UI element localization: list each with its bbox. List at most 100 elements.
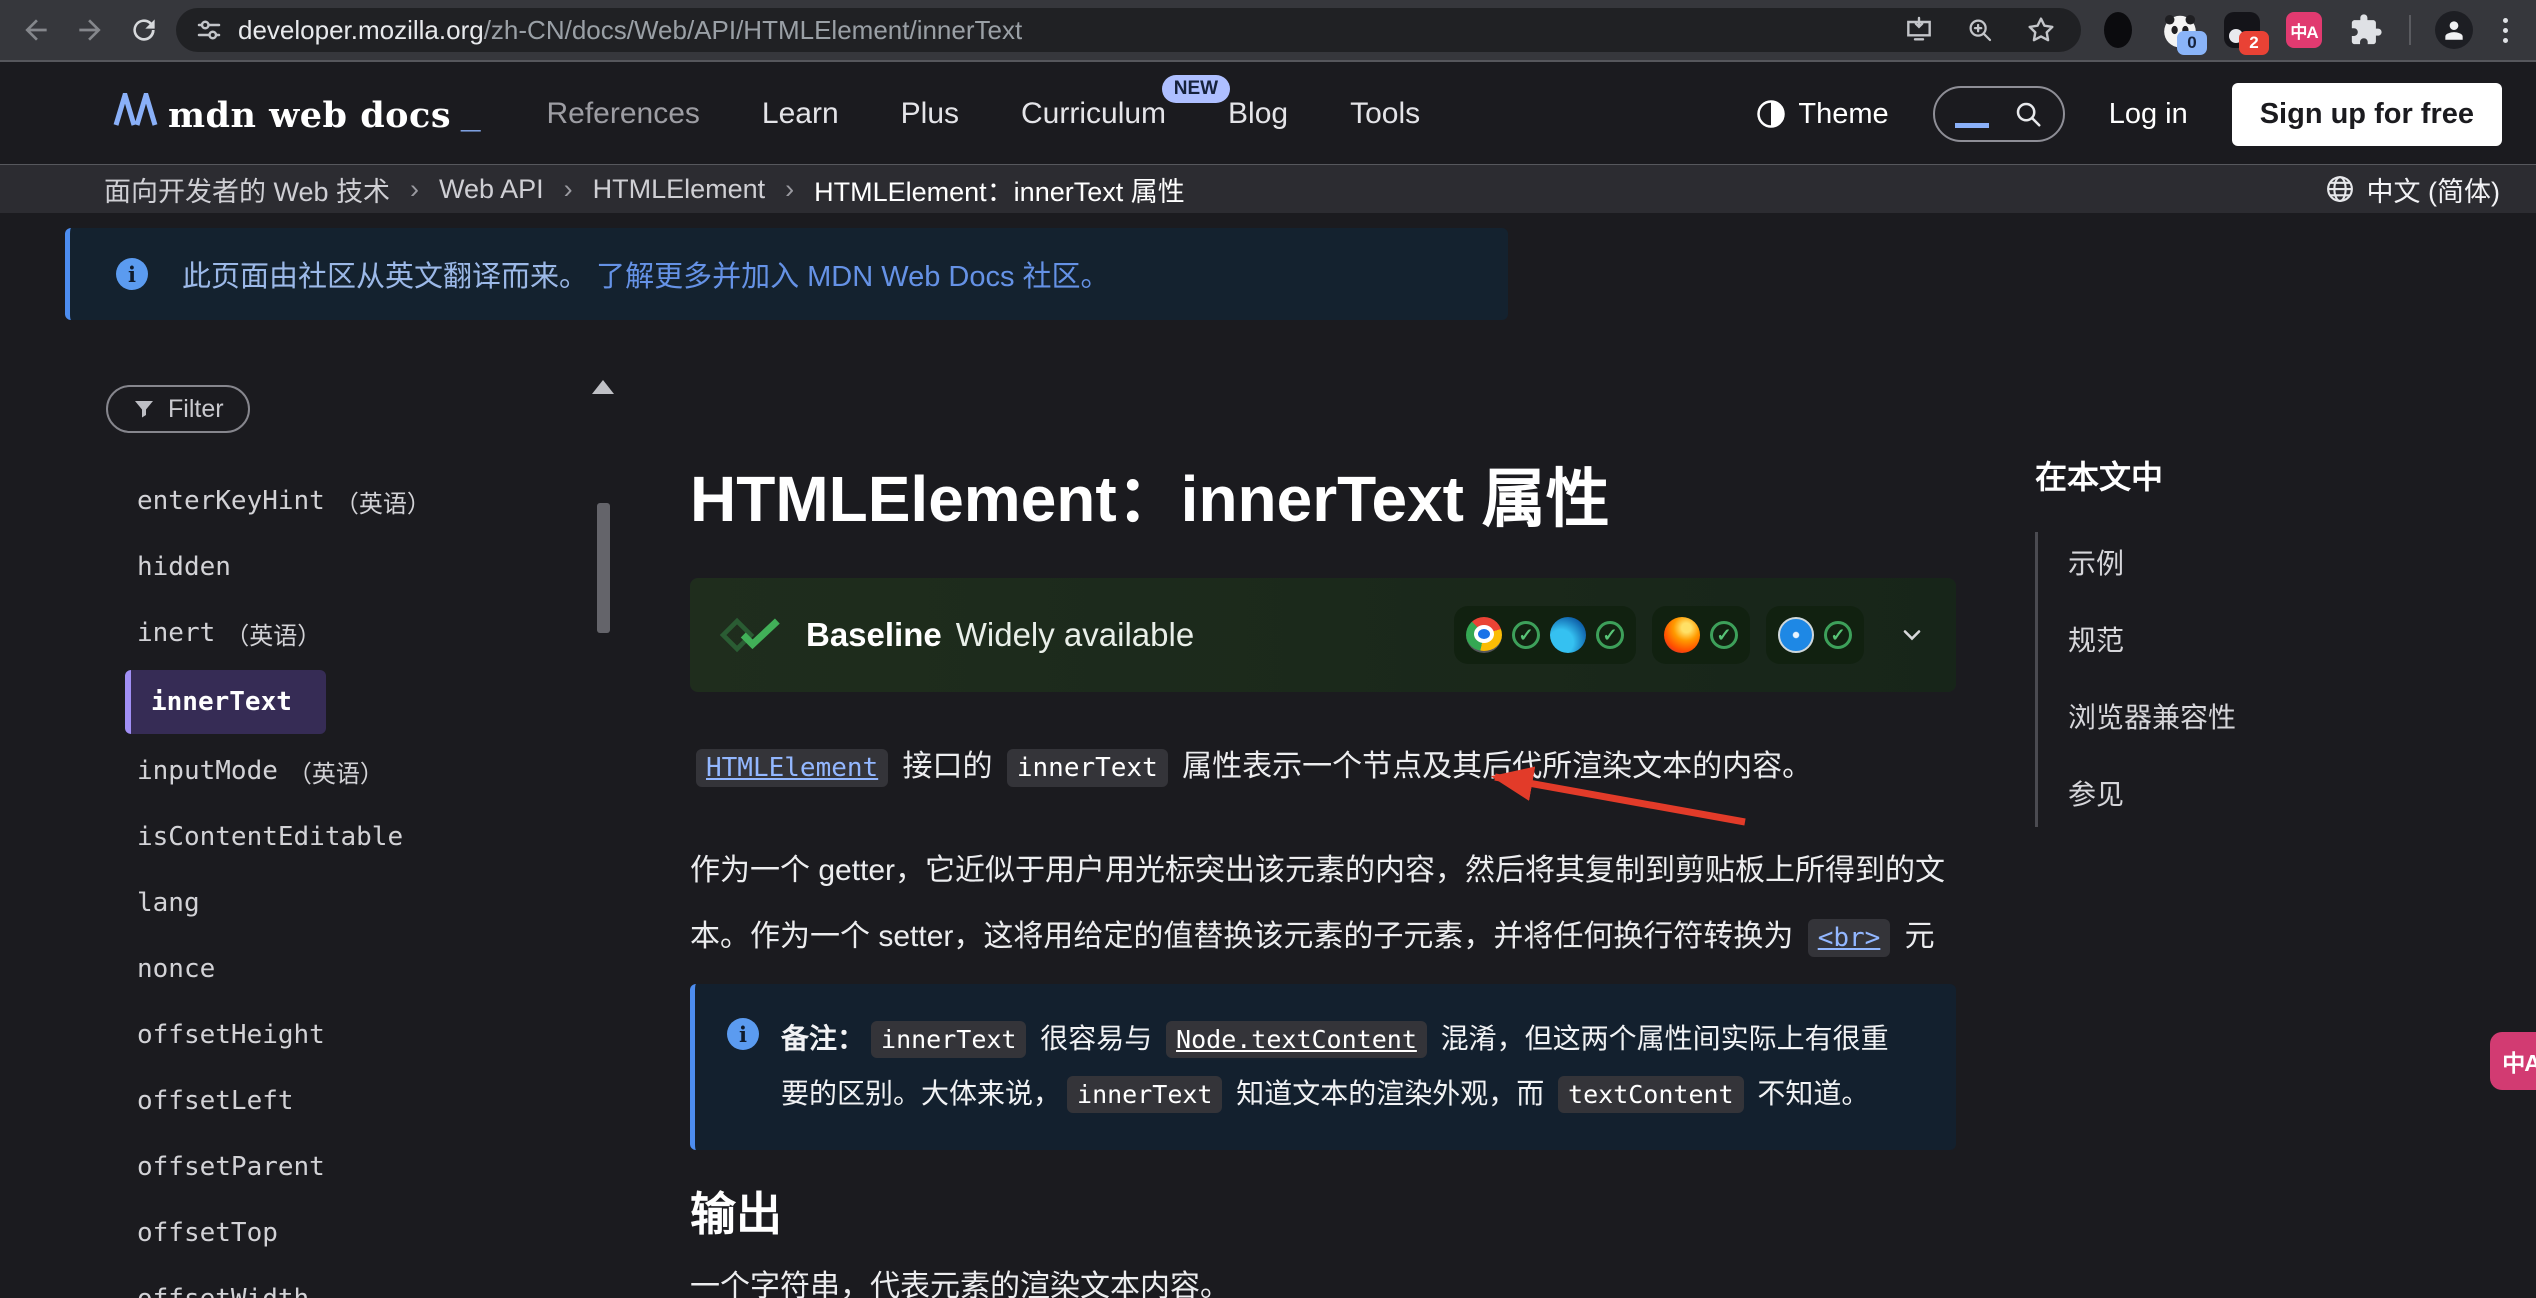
banner-text: 此页面由社区从英文翻译而来。	[182, 261, 588, 293]
sidebar-property-list: enterKeyHint（英语） hidden inert（英语） innerT…	[137, 468, 597, 1298]
banner-link[interactable]: 了解更多并加入 MDN Web Docs 社区。	[596, 261, 1109, 293]
baseline-indicator[interactable]: Baseline Widely available ✓ ✓ ✓ ✓	[690, 578, 1956, 692]
browser-menu-icon[interactable]	[2497, 18, 2514, 43]
sidebar-item-offsetWidth[interactable]: offsetWidth	[137, 1266, 597, 1298]
toc-item-examples[interactable]: 示例	[2068, 542, 2475, 582]
language-switcher[interactable]: 中文 (简体)	[2325, 170, 2500, 209]
sidebar-item-lang[interactable]: lang	[137, 870, 597, 936]
breadcrumb-link[interactable]: 面向开发者的 Web 技术	[104, 170, 390, 209]
sidebar-item-hidden[interactable]: hidden	[137, 534, 597, 600]
filter-funnel-icon	[132, 397, 156, 421]
browser-reload-button[interactable]	[122, 8, 166, 52]
breadcrumb-separator: ›	[564, 174, 573, 205]
nav-blog[interactable]: Blog	[1228, 97, 1288, 131]
extension-oval-icon[interactable]	[2099, 11, 2137, 49]
baseline-status: Widely available	[956, 616, 1194, 654]
extensions-area: 0 2 中A	[2091, 11, 2522, 49]
sidebar-item-isContentEditable[interactable]: isContentEditable	[137, 804, 597, 870]
address-bar[interactable]: developer.mozilla.org/zh-CN/docs/Web/API…	[176, 8, 2081, 52]
chrome-icon	[1466, 617, 1502, 653]
sidebar-item-innerText[interactable]: innerText	[125, 670, 326, 734]
breadcrumb-separator: ›	[785, 174, 794, 205]
sidebar-item-offsetParent[interactable]: offsetParent	[137, 1134, 597, 1200]
browser-window: developer.mozilla.org/zh-CN/docs/Web/API…	[0, 0, 2536, 1298]
sidebar-item-inputMode[interactable]: inputMode（英语）	[137, 738, 597, 804]
zoom-icon[interactable]	[1965, 15, 1995, 45]
breadcrumb-separator: ›	[410, 174, 419, 205]
edge-icon	[1550, 617, 1586, 653]
extension-square-icon[interactable]: 2	[2223, 11, 2261, 49]
nav-references[interactable]: References	[547, 97, 700, 131]
new-badge: NEW	[1162, 75, 1230, 103]
site-header: mdn web docs_ References Learn Plus Curr…	[0, 64, 2536, 164]
install-app-icon[interactable]	[1903, 14, 1935, 46]
browser-support-group: ✓ ✓	[1454, 606, 1636, 664]
breadcrumb-current: HTMLElement：innerText 属性	[814, 170, 1185, 209]
toc-item-browser-compat[interactable]: 浏览器兼容性	[2068, 696, 2475, 736]
extension-badge: 2	[2239, 31, 2269, 55]
main-nav: References Learn Plus CurriculumNEW Blog…	[547, 97, 1421, 131]
sidebar-item-offsetTop[interactable]: offsetTop	[137, 1200, 597, 1266]
firefox-icon	[1664, 617, 1700, 653]
toc-item-specifications[interactable]: 规范	[2068, 619, 2475, 659]
mdn-logo[interactable]: mdn web docs_	[112, 93, 481, 136]
bookmark-star-icon[interactable]	[2025, 14, 2057, 46]
note-box: i 备注：innerText 很容易与 Node.textContent 混淆，…	[690, 984, 1956, 1150]
signup-button[interactable]: Sign up for free	[2232, 83, 2502, 146]
sidebar-item-enterKeyHint[interactable]: enterKeyHint（英语）	[137, 468, 597, 534]
textcontent-code: textContent	[1558, 1076, 1744, 1113]
page-title: HTMLElement：innerText 属性	[690, 448, 1610, 540]
sidebar-item-offsetHeight[interactable]: offsetHeight	[137, 1002, 597, 1068]
section-heading-output: 输出	[690, 1178, 782, 1244]
sidebar-scroll-up-icon[interactable]	[592, 380, 614, 394]
nav-learn[interactable]: Learn	[762, 97, 839, 131]
table-of-contents: 在本文中 示例 规范 浏览器兼容性 参见	[2035, 452, 2475, 827]
browser-support-group: ✓	[1766, 606, 1864, 664]
sidebar-item-nonce[interactable]: nonce	[137, 936, 597, 1002]
safari-icon	[1778, 617, 1814, 653]
extension-badge: 0	[2177, 31, 2207, 55]
mdn-logo-icon	[112, 93, 158, 127]
breadcrumb-bar: 面向开发者的 Web 技术 › Web API › HTMLElement › …	[0, 164, 2536, 213]
sidebar-item-offsetLeft[interactable]: offsetLeft	[137, 1068, 597, 1134]
check-icon: ✓	[1512, 621, 1540, 649]
translate-extension-icon[interactable]: 中A	[2285, 11, 2323, 49]
info-icon: i	[116, 258, 148, 290]
textcontent-link[interactable]: Node.textContent	[1166, 1021, 1427, 1058]
breadcrumb-link[interactable]: Web API	[439, 174, 544, 205]
logo-underscore: _	[461, 96, 480, 136]
browser-forward-button[interactable]	[68, 8, 112, 52]
nav-curriculum[interactable]: CurriculumNEW	[1021, 97, 1166, 131]
nav-tools[interactable]: Tools	[1350, 97, 1420, 131]
theme-icon	[1756, 99, 1786, 129]
breadcrumb: 面向开发者的 Web 技术 › Web API › HTMLElement › …	[104, 170, 1185, 209]
toc-item-see-also[interactable]: 参见	[2068, 773, 2475, 813]
browser-toolbar: developer.mozilla.org/zh-CN/docs/Web/API…	[0, 0, 2536, 62]
nav-plus[interactable]: Plus	[901, 97, 959, 131]
htmlelement-link[interactable]: HTMLElement	[696, 749, 888, 787]
search-input[interactable]	[1933, 86, 2065, 142]
baseline-icon	[720, 616, 782, 654]
site-info-icon[interactable]	[194, 15, 224, 45]
breadcrumb-link[interactable]: HTMLElement	[593, 174, 766, 205]
browser-back-button[interactable]	[14, 8, 58, 52]
sidebar-item-inert[interactable]: inert（英语）	[137, 600, 597, 666]
sidebar-scrollbar-thumb[interactable]	[597, 503, 610, 633]
toc-title: 在本文中	[2035, 452, 2475, 498]
sidebar-filter-button[interactable]: Filter	[106, 385, 250, 433]
intro-paragraph: HTMLElement 接口的 innerText 属性表示一个节点及其后代所渲…	[690, 742, 1956, 793]
text-cursor	[1955, 123, 1989, 128]
extension-panda-icon[interactable]: 0	[2161, 11, 2199, 49]
toolbar-divider	[2409, 15, 2411, 45]
login-link[interactable]: Log in	[2109, 98, 2188, 131]
theme-toggle[interactable]: Theme	[1756, 98, 1888, 131]
globe-icon	[2325, 174, 2355, 204]
floating-translate-button[interactable]: 中A	[2490, 1032, 2536, 1090]
innertext-code: innerText	[1007, 749, 1168, 787]
profile-avatar[interactable]	[2435, 11, 2473, 49]
extensions-puzzle-icon[interactable]	[2347, 11, 2385, 49]
innertext-code: innerText	[871, 1021, 1026, 1058]
search-icon	[2013, 99, 2043, 129]
chevron-down-icon[interactable]	[1898, 621, 1926, 649]
br-element-link[interactable]: <br>	[1808, 919, 1891, 957]
